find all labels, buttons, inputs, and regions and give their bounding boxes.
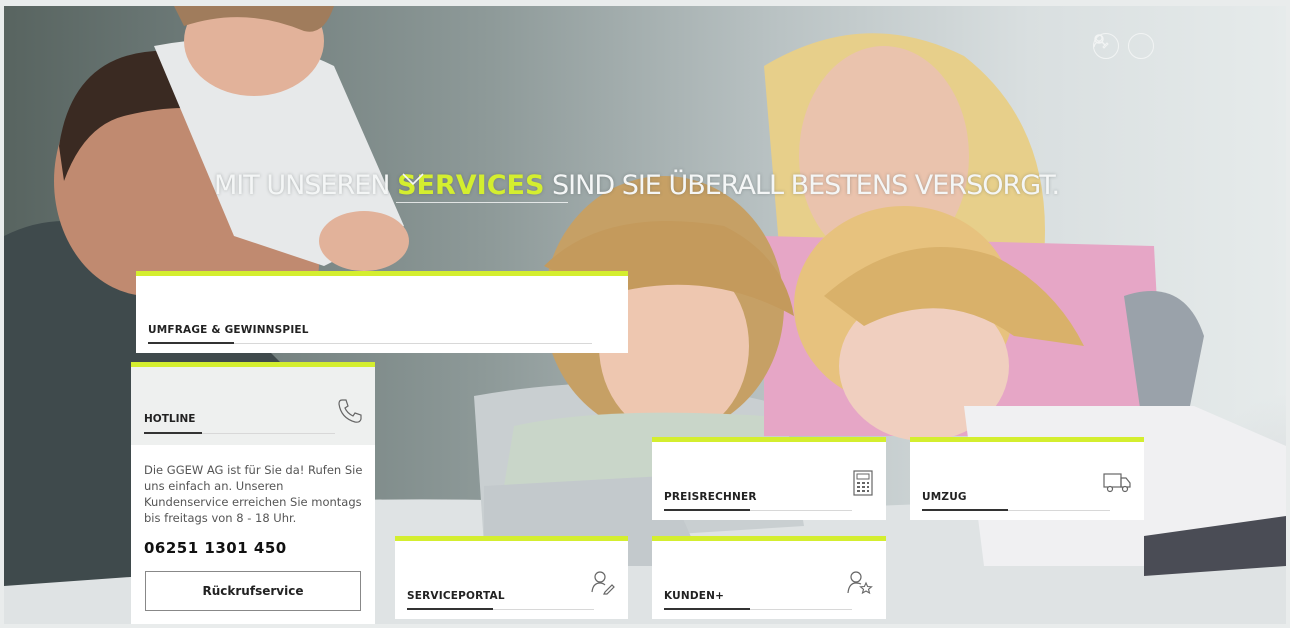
user-edit-icon xyxy=(591,571,615,595)
top-icon-bar xyxy=(1093,33,1154,59)
calculator-icon xyxy=(853,470,873,496)
tile-label: UMZUG xyxy=(922,491,967,503)
hotline-phone-number[interactable]: 06251 1301 450 xyxy=(144,539,287,557)
page: MIT UNSEREN SERVICES SIND SIE ÜBERALL BE… xyxy=(0,0,1290,628)
headline-prefix: MIT UNSEREN xyxy=(214,170,391,201)
tile-umzug[interactable]: UMZUG xyxy=(910,437,1144,520)
chevron-down-icon xyxy=(402,173,424,186)
tile-label: KUNDEN+ xyxy=(664,590,725,602)
login-button[interactable] xyxy=(1093,33,1154,59)
hotline-title: HOTLINE xyxy=(144,413,196,425)
tile-label: UMFRAGE & GEWINNSPIEL xyxy=(148,324,309,336)
hotline-underline xyxy=(144,432,335,434)
hotline-description: Die GGEW AG ist für Sie da! Rufen Sie un… xyxy=(144,463,363,525)
user-star-icon xyxy=(847,571,873,595)
tile-underline xyxy=(407,608,594,610)
user-edit-icon xyxy=(1093,34,1109,49)
tile-underline xyxy=(664,608,852,610)
tile-underline xyxy=(922,509,1110,511)
hero-headline: MIT UNSEREN SERVICES SIND SIE ÜBERALL BE… xyxy=(214,170,1060,201)
callback-button[interactable]: Rückrufservice xyxy=(145,571,361,611)
tile-underline xyxy=(664,509,852,511)
tile-preisrechner[interactable]: PREISRECHNER xyxy=(652,437,886,520)
truck-icon xyxy=(1103,473,1131,493)
tile-underline xyxy=(148,342,592,344)
tile-umfrage-gewinnspiel[interactable]: UMFRAGE & GEWINNSPIEL xyxy=(136,271,628,353)
services-dropdown[interactable]: SERVICES xyxy=(397,170,544,201)
tile-serviceportal[interactable]: SERVICEPORTAL xyxy=(395,536,628,619)
tile-label: PREISRECHNER xyxy=(664,491,757,503)
phone-icon xyxy=(338,399,362,423)
services-underline xyxy=(396,202,568,203)
headline-suffix: SIND SIE ÜBERALL BESTENS VERSORGT. xyxy=(552,170,1060,201)
tile-label: SERVICEPORTAL xyxy=(407,590,505,602)
hotline-card: HOTLINE Die GGEW AG ist für Sie da! Rufe… xyxy=(131,362,375,624)
tile-kunden-plus[interactable]: KUNDEN+ xyxy=(652,536,886,619)
